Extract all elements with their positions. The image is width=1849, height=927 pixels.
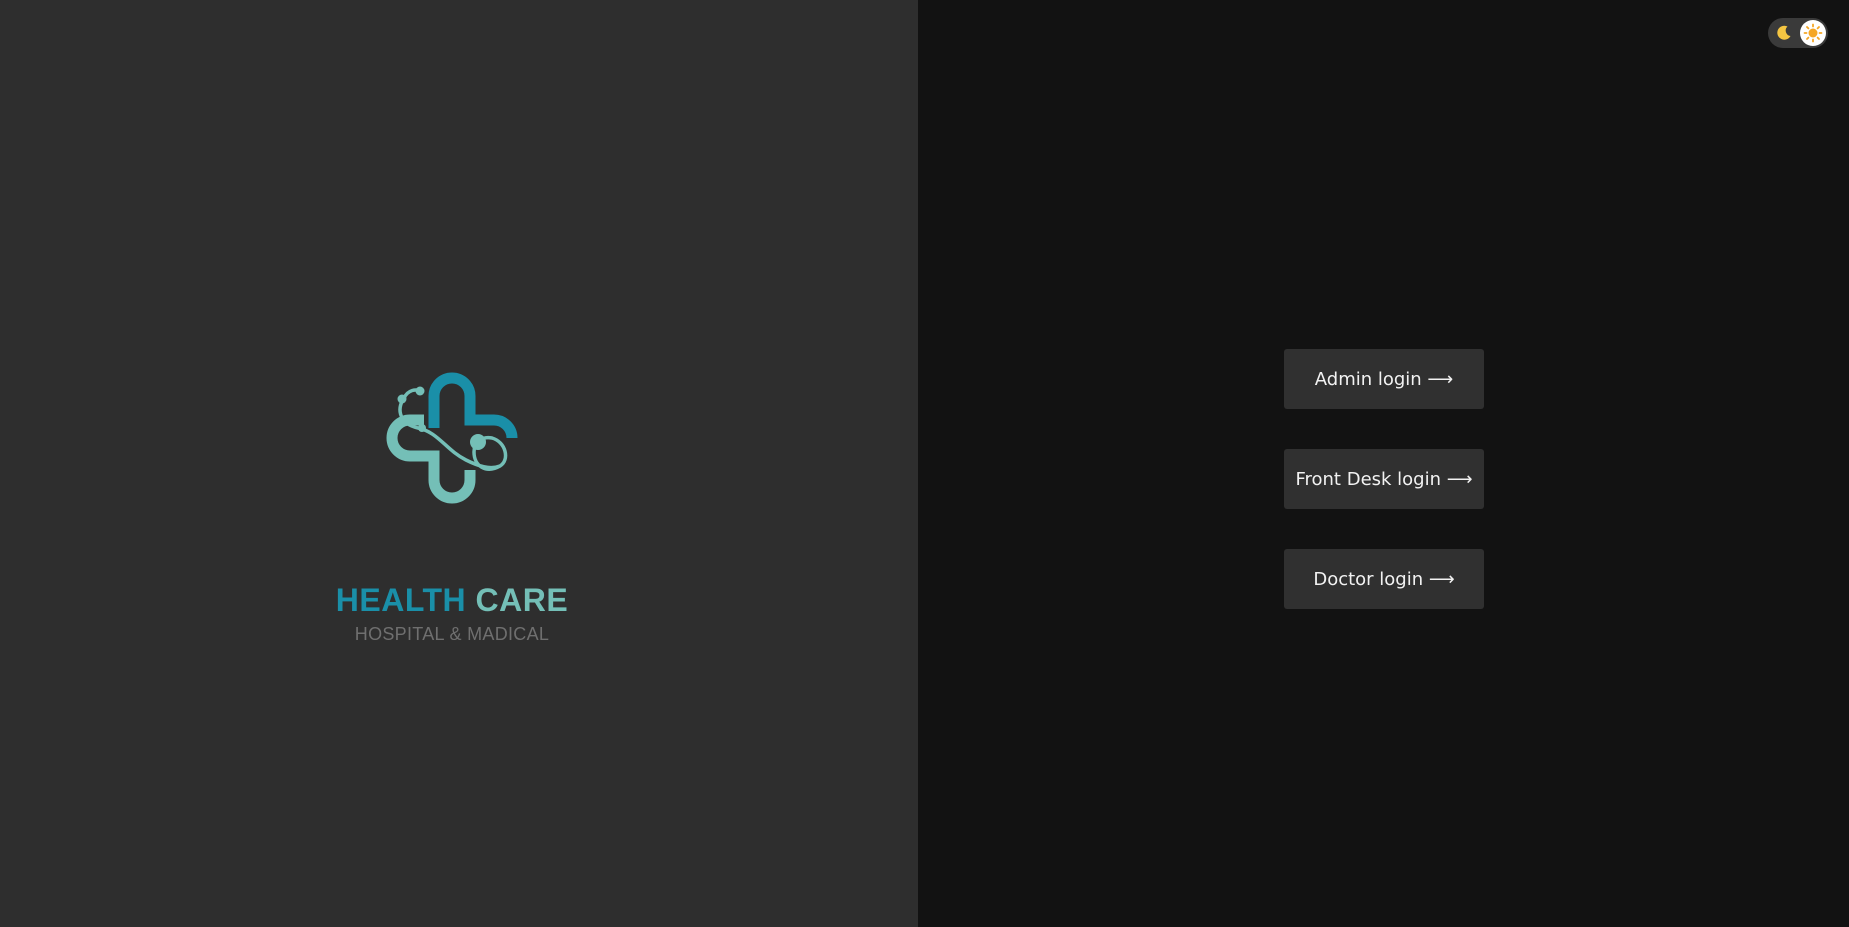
medical-cross-stethoscope-icon: [386, 372, 518, 504]
login-options: Admin login ⟶ Front Desk login ⟶ Doctor …: [1284, 349, 1484, 609]
admin-login-button[interactable]: Admin login ⟶: [1284, 349, 1484, 409]
brand-block: HEALTH CARE HOSPITAL & MADICAL: [0, 370, 904, 645]
brand-subtitle: HOSPITAL & MADICAL: [354, 624, 550, 644]
brand-title-care: CARE: [475, 582, 569, 618]
front-desk-login-button[interactable]: Front Desk login ⟶: [1284, 449, 1484, 509]
login-panel: Admin login ⟶ Front Desk login ⟶ Doctor …: [918, 0, 1849, 927]
login-page: HEALTH CARE HOSPITAL & MADICAL Admin log…: [0, 0, 1849, 927]
moon-icon: [1773, 22, 1795, 44]
doctor-login-button[interactable]: Doctor login ⟶: [1284, 549, 1484, 609]
brand-title-health: HEALTH: [335, 582, 467, 618]
theme-toggle[interactable]: [1768, 18, 1828, 48]
brand-title: HEALTH CARE: [336, 582, 568, 618]
brand-panel: HEALTH CARE HOSPITAL & MADICAL: [0, 0, 918, 927]
sun-icon: [1800, 20, 1826, 46]
